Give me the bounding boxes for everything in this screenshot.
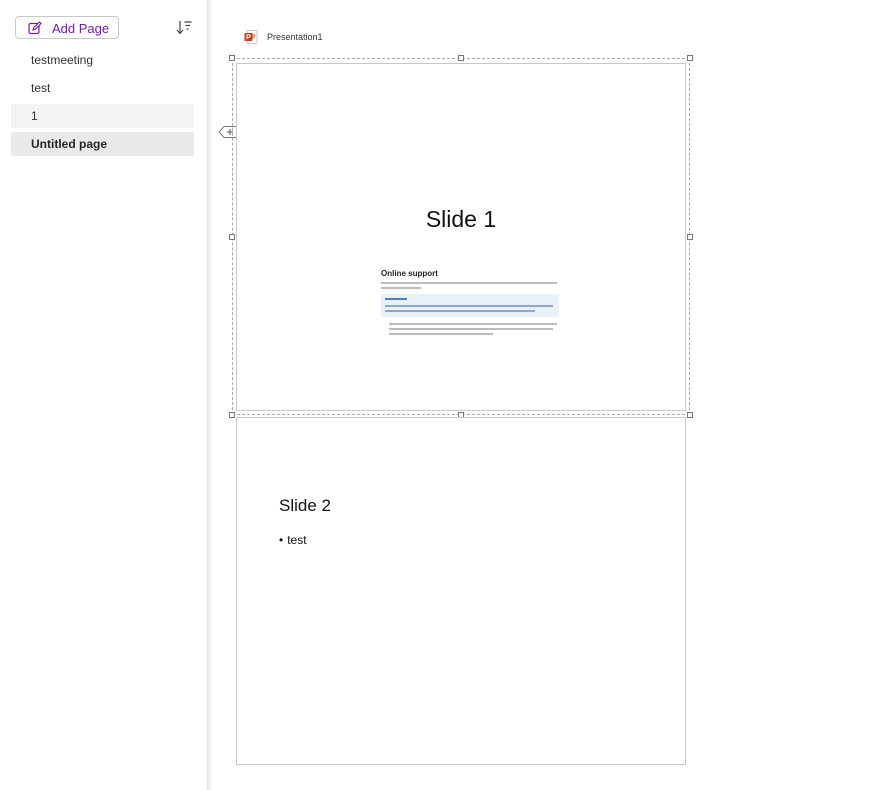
resize-handle-bottom-left[interactable] bbox=[229, 412, 235, 418]
resize-handle-top[interactable] bbox=[458, 55, 464, 61]
text-line bbox=[385, 305, 553, 307]
page-item-1[interactable]: 1 bbox=[11, 104, 194, 128]
add-page-label: Add Page bbox=[52, 21, 110, 36]
page-item-label: 1 bbox=[31, 109, 38, 123]
note-label bbox=[385, 298, 407, 300]
add-page-button[interactable]: Add Page bbox=[15, 16, 119, 39]
slide-bullet: • test bbox=[279, 533, 307, 547]
text-line bbox=[389, 328, 553, 330]
page-list: testmeeting test 1 Untitled page bbox=[11, 48, 194, 160]
compose-icon bbox=[28, 21, 42, 35]
page-item-untitled-page[interactable]: Untitled page bbox=[11, 132, 194, 156]
page-item-test[interactable]: test bbox=[11, 76, 194, 100]
attachment-name: Presentation1 bbox=[267, 32, 323, 42]
page-item-label: Untitled page bbox=[31, 137, 108, 151]
powerpoint-icon bbox=[244, 30, 258, 44]
slide-title: Slide 2 bbox=[279, 496, 331, 515]
slide-bullet-text: test bbox=[287, 533, 307, 547]
text-line bbox=[389, 333, 493, 335]
page-item-testmeeting[interactable]: testmeeting bbox=[11, 48, 194, 72]
text-line bbox=[389, 323, 557, 325]
slide-2[interactable]: Slide 2 • test bbox=[236, 417, 686, 765]
resize-handle-bottom-right[interactable] bbox=[687, 412, 693, 418]
resize-handle-top-left[interactable] bbox=[229, 55, 235, 61]
page-canvas[interactable]: Presentation1 Slide 1 Online support Sli… bbox=[213, 0, 886, 790]
attachment-chip[interactable]: Presentation1 bbox=[243, 28, 323, 46]
text-line bbox=[381, 287, 421, 289]
embedded-screenshot: Online support bbox=[381, 269, 559, 335]
note-box bbox=[381, 294, 559, 317]
page-item-label: test bbox=[31, 81, 51, 95]
resize-handle-left[interactable] bbox=[229, 234, 235, 240]
embedded-screenshot-heading: Online support bbox=[381, 269, 438, 278]
page-item-label: testmeeting bbox=[31, 53, 94, 67]
resize-handle-right[interactable] bbox=[687, 234, 693, 240]
page-list-pane: Add Page testmeeting test 1 Untitled pag… bbox=[0, 0, 208, 790]
slide-title: Slide 1 bbox=[425, 206, 497, 232]
text-line bbox=[385, 310, 535, 312]
slide-1[interactable]: Slide 1 Online support bbox=[236, 63, 686, 411]
text-line bbox=[381, 282, 557, 284]
sort-descending-icon[interactable] bbox=[175, 19, 193, 37]
resize-handle-top-right[interactable] bbox=[687, 55, 693, 61]
